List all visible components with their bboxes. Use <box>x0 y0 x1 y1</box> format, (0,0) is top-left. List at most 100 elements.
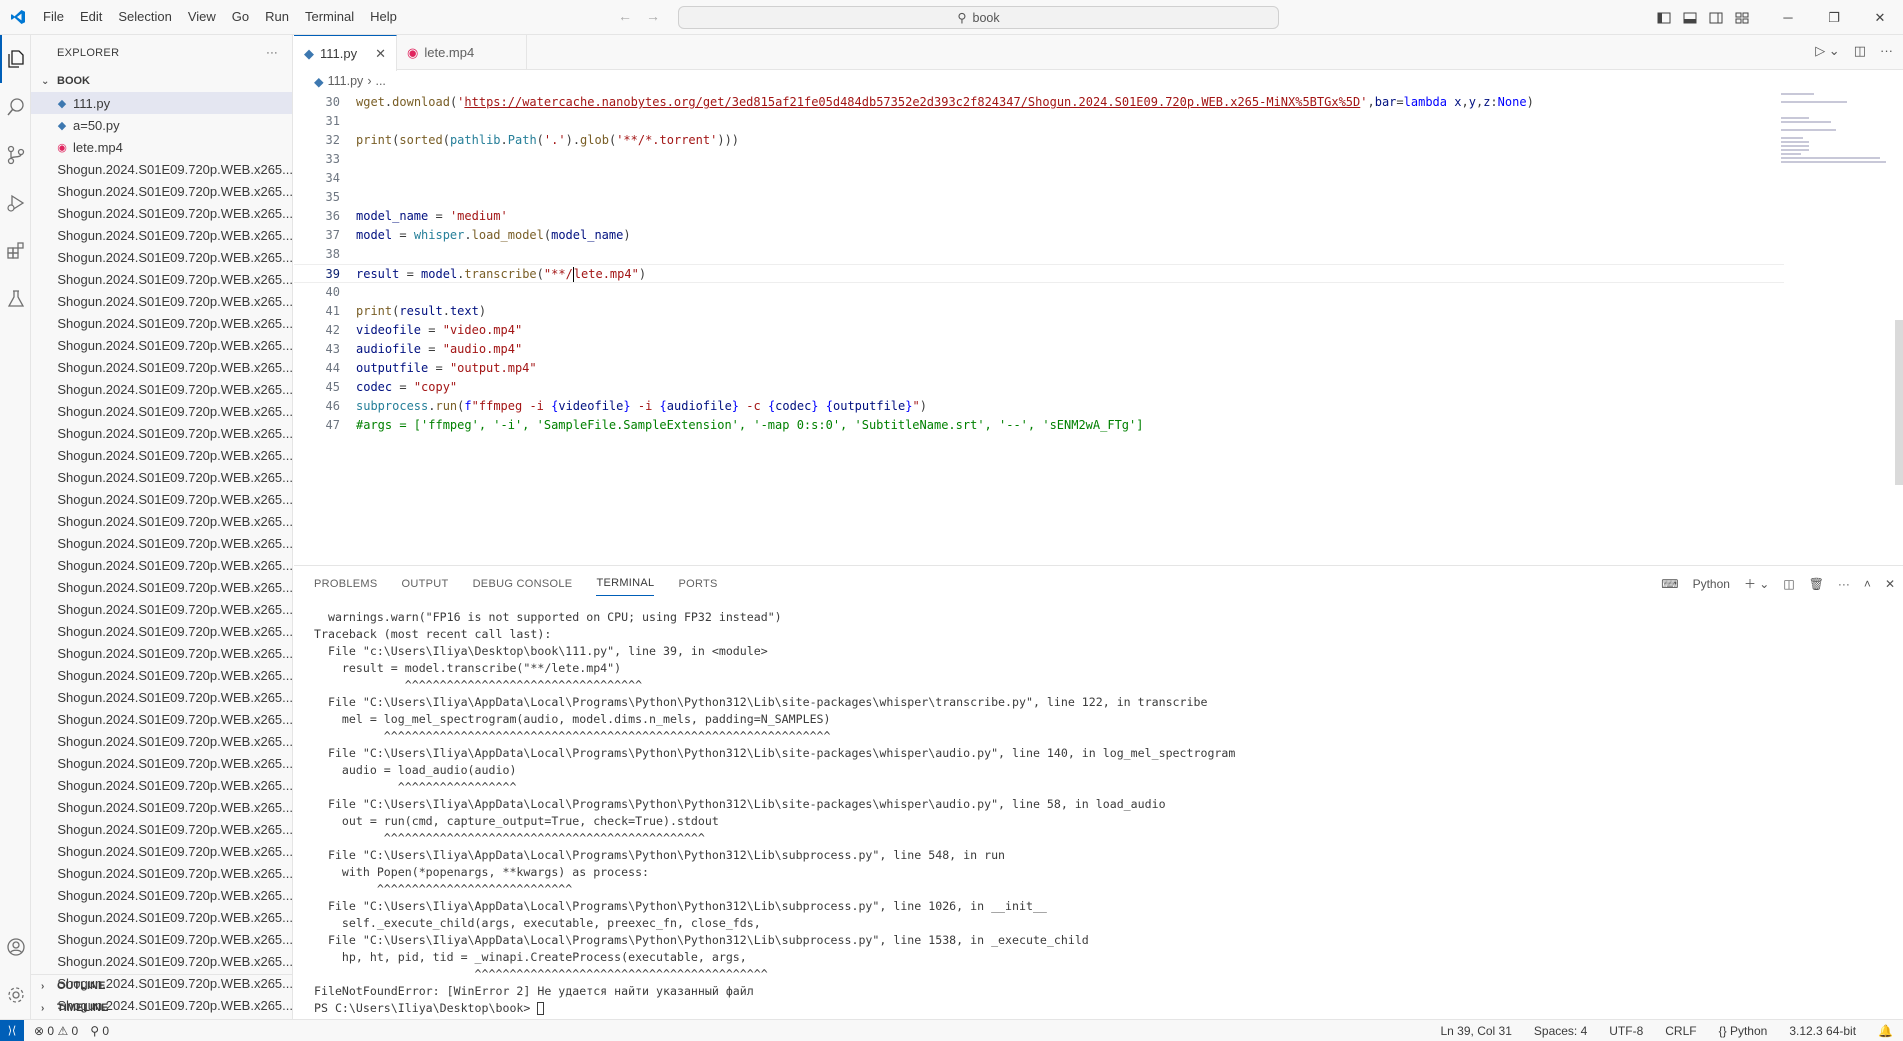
file-item[interactable]: Shogun.2024.S01E09.720p.WEB.x265... <box>31 554 292 576</box>
outline-section[interactable]: › OUTLINE <box>31 975 292 997</box>
settings-gear-icon[interactable] <box>0 971 31 1019</box>
tab-problems[interactable]: PROBLEMS <box>314 566 378 601</box>
extensions-icon[interactable] <box>0 227 31 275</box>
code-line[interactable]: 32 print(sorted(pathlib.Path('.').glob('*… <box>294 131 1784 150</box>
source-control-icon[interactable] <box>0 131 31 179</box>
file-item[interactable]: Shogun.2024.S01E09.720p.WEB.x265... <box>31 906 292 928</box>
toggle-primary-sidebar-icon[interactable] <box>1657 11 1671 25</box>
file-item[interactable]: Shogun.2024.S01E09.720p.WEB.x265... <box>31 752 292 774</box>
indentation[interactable]: Spaces: 4 <box>1534 1024 1587 1038</box>
terminal-output[interactable]: warnings.warn("FP16 is not supported on … <box>314 609 1235 1017</box>
menu-help[interactable]: Help <box>362 5 405 29</box>
file-item[interactable]: Shogun.2024.S01E09.720p.WEB.x265... <box>31 246 292 268</box>
timeline-section[interactable]: › TIMELINE <box>31 997 292 1019</box>
menu-selection[interactable]: Selection <box>110 5 179 29</box>
close-icon[interactable]: ✕ <box>375 46 386 62</box>
folder-header[interactable]: ⌄ BOOK <box>31 70 292 92</box>
command-center[interactable]: ⚲ book <box>678 6 1279 29</box>
file-item[interactable]: Shogun.2024.S01E09.720p.WEB.x265... <box>31 950 292 972</box>
file-item[interactable]: Shogun.2024.S01E09.720p.WEB.x265... <box>31 158 292 180</box>
remote-indicator-icon[interactable]: ⟩⟨ <box>0 1019 24 1041</box>
toggle-panel-icon[interactable] <box>1683 11 1697 25</box>
search-view-icon[interactable] <box>0 83 31 131</box>
file-item[interactable]: Shogun.2024.S01E09.720p.WEB.x265... <box>31 290 292 312</box>
file-item[interactable]: Shogun.2024.S01E09.720p.WEB.x265... <box>31 334 292 356</box>
restore-button[interactable]: ❐ <box>1811 0 1857 35</box>
file-item[interactable]: Shogun.2024.S01E09.720p.WEB.x265... <box>31 774 292 796</box>
breadcrumb-more[interactable]: ... <box>375 74 385 88</box>
file-item[interactable]: Shogun.2024.S01E09.720p.WEB.x265... <box>31 796 292 818</box>
notifications-bell-icon[interactable]: 🔔 <box>1878 1024 1893 1038</box>
file-item[interactable]: ◆ 111.py <box>31 92 292 114</box>
toggle-secondary-sidebar-icon[interactable] <box>1709 11 1723 25</box>
minimize-button[interactable]: ─ <box>1765 0 1811 35</box>
file-item[interactable]: Shogun.2024.S01E09.720p.WEB.x265... <box>31 862 292 884</box>
code-line[interactable]: 36 model_name = 'medium' <box>294 207 1784 226</box>
file-item[interactable]: Shogun.2024.S01E09.720p.WEB.x265... <box>31 400 292 422</box>
file-item[interactable]: Shogun.2024.S01E09.720p.WEB.x265... <box>31 466 292 488</box>
editor-scrollbar[interactable] <box>1895 320 1903 485</box>
more-actions-icon[interactable]: ··· <box>1838 577 1850 591</box>
menu-terminal[interactable]: Terminal <box>297 5 362 29</box>
breadcrumb-file[interactable]: 111.py <box>328 74 364 88</box>
file-item[interactable]: Shogun.2024.S01E09.720p.WEB.x265... <box>31 818 292 840</box>
run-file-icon[interactable]: ▷ ⌄ <box>1815 43 1840 59</box>
file-item[interactable]: Shogun.2024.S01E09.720p.WEB.x265... <box>31 708 292 730</box>
file-item[interactable]: Shogun.2024.S01E09.720p.WEB.x265... <box>31 180 292 202</box>
code-line[interactable]: 41 print(result.text) <box>294 302 1784 321</box>
code-line[interactable]: 30 wget.download('https://watercache.nano… <box>294 93 1784 112</box>
file-item[interactable]: Shogun.2024.S01E09.720p.WEB.x265... <box>31 356 292 378</box>
file-item[interactable]: Shogun.2024.S01E09.720p.WEB.x265... <box>31 378 292 400</box>
language-mode[interactable]: {} Python <box>1719 1024 1768 1038</box>
code-line[interactable]: 40 <box>294 283 1784 302</box>
file-item[interactable]: ◉ lete.mp4 <box>31 136 292 158</box>
code-line[interactable]: 39 result = model.transcribe("**/lete.mp4… <box>294 264 1784 283</box>
problems-indicator[interactable]: ⊗ 0 ⚠ 0 <box>34 1024 78 1038</box>
forward-arrow-icon[interactable]: → <box>646 8 660 24</box>
minimap[interactable] <box>1781 93 1891 213</box>
code-line[interactable]: 43 audiofile = "audio.mp4" <box>294 340 1784 359</box>
code-line[interactable]: 38 <box>294 245 1784 264</box>
file-item[interactable]: Shogun.2024.S01E09.720p.WEB.x265... <box>31 532 292 554</box>
menu-run[interactable]: Run <box>257 5 297 29</box>
split-editor-icon[interactable]: ◫ <box>1854 43 1866 59</box>
tab-debug-console[interactable]: DEBUG CONSOLE <box>473 566 573 601</box>
explorer-icon[interactable] <box>0 35 31 83</box>
menu-go[interactable]: Go <box>224 5 257 29</box>
code-line[interactable]: 34 <box>294 169 1784 188</box>
back-arrow-icon[interactable]: ← <box>618 8 632 24</box>
accounts-icon[interactable] <box>0 923 31 971</box>
file-item[interactable]: Shogun.2024.S01E09.720p.WEB.x265... <box>31 664 292 686</box>
cursor-position[interactable]: Ln 39, Col 31 <box>1441 1024 1512 1038</box>
trash-icon[interactable]: 🗑 <box>1809 577 1824 591</box>
tab-output[interactable]: OUTPUT <box>402 566 449 601</box>
file-item[interactable]: Shogun.2024.S01E09.720p.WEB.x265... <box>31 598 292 620</box>
new-terminal-icon[interactable]: ＋ ⌄ <box>1744 575 1769 592</box>
code-line[interactable]: 33 <box>294 150 1784 169</box>
terminal-shell-label[interactable]: Python <box>1693 577 1730 591</box>
encoding[interactable]: UTF-8 <box>1609 1024 1643 1038</box>
menu-file[interactable]: File <box>35 5 72 29</box>
python-interpreter[interactable]: 3.12.3 64-bit <box>1789 1024 1856 1038</box>
file-item[interactable]: Shogun.2024.S01E09.720p.WEB.x265... <box>31 642 292 664</box>
code-line[interactable]: 35 <box>294 188 1784 207</box>
code-line[interactable]: 45 codec = "copy" <box>294 378 1784 397</box>
more-actions-icon[interactable]: ··· <box>1880 43 1893 59</box>
more-actions-icon[interactable]: ··· <box>266 47 278 59</box>
code-line[interactable]: 44 outputfile = "output.mp4" <box>294 359 1784 378</box>
code-line[interactable]: 42 videofile = "video.mp4" <box>294 321 1784 340</box>
code-line[interactable]: 37 model = whisper.load_model(model_name) <box>294 226 1784 245</box>
file-item[interactable]: ◆ a=50.py <box>31 114 292 136</box>
file-item[interactable]: Shogun.2024.S01E09.720p.WEB.x265... <box>31 620 292 642</box>
split-terminal-icon[interactable]: ◫ <box>1783 577 1794 591</box>
ports-indicator[interactable]: ⚲ 0 <box>90 1024 109 1038</box>
tab-111-py[interactable]: ◆ 111.py ✕ <box>294 35 398 71</box>
code-line[interactable]: 47 #args = ['ffmpeg', '-i', 'SampleFile.S… <box>294 416 1784 435</box>
code-line[interactable]: 31 <box>294 112 1784 131</box>
maximize-panel-icon[interactable]: ˄ <box>1864 577 1871 591</box>
code-line[interactable]: 46 subprocess.run(f"ffmpeg -i {videofile}… <box>294 397 1784 416</box>
file-item[interactable]: Shogun.2024.S01E09.720p.WEB.x265... <box>31 576 292 598</box>
tab-ports[interactable]: PORTS <box>678 566 717 601</box>
file-item[interactable]: Shogun.2024.S01E09.720p.WEB.x265... <box>31 224 292 246</box>
file-item[interactable]: Shogun.2024.S01E09.720p.WEB.x265... <box>31 488 292 510</box>
